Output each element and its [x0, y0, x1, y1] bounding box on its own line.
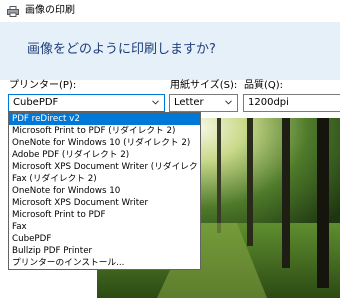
printer-label: プリンター(P):: [9, 80, 77, 91]
printer-option[interactable]: OneNote for Windows 10: [9, 185, 200, 197]
printer-option[interactable]: PDF reDirect v2: [9, 113, 200, 125]
title-bar: 画像の印刷: [0, 0, 340, 22]
printer-option[interactable]: Adobe PDF (リダイレクト 2): [9, 149, 200, 161]
quality-label: 品質(Q):: [244, 80, 284, 91]
instruction-header: 画像をどのように印刷しますか?: [0, 22, 340, 80]
printer-option[interactable]: Bullzip PDF Printer: [9, 245, 200, 257]
printer-option[interactable]: Microsoft XPS Document Writer: [9, 197, 200, 209]
printer-option[interactable]: Microsoft XPS Document Writer (リダイレクト 2): [9, 161, 200, 173]
quality-select-value: 1200dpi: [248, 97, 289, 108]
paper-size-select-value: Letter: [174, 97, 204, 108]
printer-select-value: CubePDF: [13, 97, 59, 108]
printer-icon: [7, 6, 19, 17]
printer-dropdown-list[interactable]: PDF reDirect v2 Microsoft Print to PDF (…: [8, 112, 201, 270]
instruction-text: 画像をどのように印刷しますか?: [27, 42, 216, 57]
printer-option[interactable]: Microsoft Print to PDF: [9, 209, 200, 221]
printer-option[interactable]: Fax: [9, 221, 200, 233]
quality-select[interactable]: 1200dpi: [243, 94, 340, 112]
window-title: 画像の印刷: [25, 5, 75, 16]
chevron-down-icon: [152, 100, 159, 105]
printer-select[interactable]: CubePDF: [8, 94, 165, 112]
printer-option[interactable]: OneNote for Windows 10 (リダイレクト 2): [9, 137, 200, 149]
printer-option[interactable]: Microsoft Print to PDF (リダイレクト 2): [9, 125, 200, 137]
paper-size-label: 用紙サイズ(S):: [170, 80, 238, 91]
printer-option[interactable]: CubePDF: [9, 233, 200, 245]
chevron-down-icon: [225, 100, 232, 105]
paper-size-select[interactable]: Letter: [169, 94, 238, 112]
printer-option[interactable]: Fax (リダイレクト 2): [9, 173, 200, 185]
install-printer-option[interactable]: プリンターのインストール...: [9, 257, 200, 269]
